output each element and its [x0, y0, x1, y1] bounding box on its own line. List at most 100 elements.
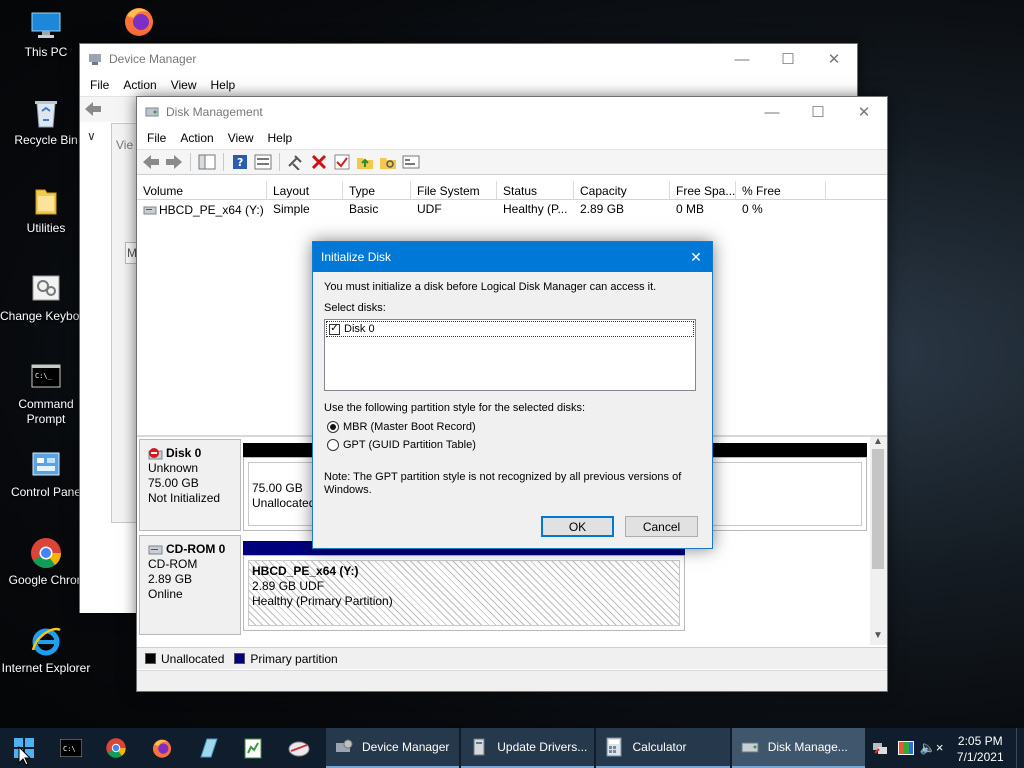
column-header-file-system[interactable]: File System	[411, 181, 497, 199]
disk-0-checkbox[interactable]: ✓	[329, 323, 340, 335]
gpt-option[interactable]: GPT (GUID Partition Table)	[327, 439, 476, 451]
partition-name: HBCD_PE_x64 (Y:)	[252, 564, 359, 578]
menu-view[interactable]: View	[165, 78, 205, 92]
taskbar-command-prompt[interactable]: C:\	[48, 728, 94, 768]
cdrom-0-partition[interactable]: HBCD_PE_x64 (Y:) 2.89 GB UDF Healthy (Pr…	[243, 555, 685, 631]
dialog-titlebar[interactable]: Initialize Disk ✕	[313, 242, 712, 272]
device-manager-icon	[334, 737, 354, 757]
properties-grid-icon[interactable]	[253, 152, 273, 172]
table-row[interactable]: HBCD_PE_x64 (Y:) Simple Basic UDF Health…	[137, 200, 887, 218]
minimize-button[interactable]: —	[749, 97, 795, 127]
maximize-button[interactable]: ☐	[765, 44, 811, 74]
ok-button[interactable]: OK	[541, 516, 614, 537]
device-manager-icon	[88, 52, 102, 66]
cancel-button[interactable]: Cancel	[625, 516, 698, 537]
column-header-volume[interactable]: Volume	[137, 181, 267, 199]
volume-cell: HBCD_PE_x64 (Y:)	[137, 200, 267, 218]
menu-help[interactable]: Help	[262, 131, 301, 145]
menu-action[interactable]: Action	[117, 78, 164, 92]
free-space-cell: 0 MB	[676, 202, 705, 216]
show-hide-console-tree-icon[interactable]	[197, 152, 217, 172]
legend-swatch-primary-partition	[234, 653, 246, 664]
tray-display-icon[interactable]	[893, 728, 919, 768]
column-header-free-space[interactable]: Free Spa...	[670, 181, 736, 199]
scroll-down-icon[interactable]: ▼	[873, 630, 883, 641]
device-tree-panel: ∨ Vie M	[80, 123, 138, 613]
close-button[interactable]: ✕	[811, 44, 857, 74]
column-header-layout[interactable]: Layout	[267, 181, 343, 199]
disk-management-titlebar[interactable]: Disk Management — ☐ ✕	[137, 97, 887, 127]
desktop-icon-internet-explorer[interactable]: Internet Explorer	[0, 624, 92, 676]
properties-icon[interactable]	[401, 152, 421, 172]
disk-error-icon	[148, 447, 164, 461]
mbr-radio[interactable]	[327, 421, 339, 433]
column-header-status[interactable]: Status	[497, 181, 574, 199]
taskbar-tool[interactable]	[276, 728, 322, 768]
device-manager-menubar: File Action View Help	[80, 74, 857, 96]
column-header-type[interactable]: Type	[343, 181, 411, 199]
layout-cell: Simple	[273, 202, 310, 216]
folder-search-icon[interactable]	[378, 152, 398, 172]
close-button[interactable]: ✕	[841, 97, 887, 127]
dialog-close-button[interactable]: ✕	[680, 242, 712, 272]
partition-size-fs: 2.89 GB UDF	[252, 579, 325, 593]
tray-network-icon[interactable]	[867, 728, 893, 768]
taskbar-task-device-manager[interactable]: Device Manager	[326, 728, 460, 768]
back-arrow-icon[interactable]	[141, 152, 161, 172]
taskbar: C:\ Device Manager Update Drivers... Cal…	[0, 728, 1024, 768]
scrollbar-thumb[interactable]	[872, 449, 884, 569]
disk-type: CD-ROM	[148, 557, 198, 571]
mbr-option[interactable]: MBR (Master Boot Record)	[327, 421, 476, 433]
connect-icon[interactable]	[286, 152, 306, 172]
calculator-icon	[604, 737, 624, 757]
device-manager-titlebar[interactable]: Device Manager — ☐ ✕	[80, 44, 857, 74]
partition-style-label: Use the following partition style for th…	[324, 402, 586, 414]
disk-0-info[interactable]: Disk 0 Unknown 75.00 GB Not Initialized	[139, 439, 241, 531]
forward-arrow-icon[interactable]	[164, 152, 184, 172]
view-partial-label: Vie	[116, 138, 134, 152]
gpt-radio[interactable]	[327, 439, 339, 451]
menu-view[interactable]: View	[222, 131, 262, 145]
cdrom-0-info[interactable]: CD-ROM 0 CD-ROM 2.89 GB Online	[139, 535, 241, 635]
spreadsheet-icon	[244, 738, 262, 759]
menu-action[interactable]: Action	[174, 131, 221, 145]
column-header-capacity[interactable]: Capacity	[574, 181, 670, 199]
folder-up-icon[interactable]	[355, 152, 375, 172]
column-header-percent-free[interactable]: % Free	[736, 181, 826, 199]
initialize-disk-dialog: Initialize Disk ✕ You must initialize a …	[312, 241, 713, 549]
tray-volume-muted-icon[interactable]: 🔈×	[919, 728, 945, 768]
tray-clock[interactable]: 2:05 PM 7/1/2021	[944, 731, 1016, 765]
window-title: Device Manager	[109, 52, 197, 66]
taskbar-firefox[interactable]	[139, 728, 185, 768]
minimize-button[interactable]: —	[719, 44, 765, 74]
disk-name: CD-ROM 0	[166, 542, 226, 556]
taskbar-task-disk-management[interactable]: Disk Manage...	[731, 728, 865, 768]
svg-text:C:\_: C:\_	[35, 372, 53, 380]
help-icon[interactable]: ?	[230, 152, 250, 172]
taskbar-notepad[interactable]	[185, 728, 231, 768]
taskbar-chrome[interactable]	[93, 728, 139, 768]
disk-select-list[interactable]: ✓ Disk 0	[324, 319, 696, 391]
menu-help[interactable]: Help	[205, 78, 244, 92]
list-item[interactable]: ✓ Disk 0	[326, 321, 694, 337]
disk-0-label: Disk 0	[344, 323, 375, 335]
scroll-up-icon[interactable]: ▲	[873, 436, 883, 447]
delete-icon[interactable]	[309, 152, 329, 172]
disk-map-scrollbar[interactable]: ▲ ▼	[870, 436, 887, 645]
menu-file[interactable]: File	[84, 78, 117, 92]
menu-file[interactable]: File	[141, 131, 174, 145]
check-icon[interactable]	[332, 152, 352, 172]
tree-collapse-icon[interactable]: ∨	[87, 129, 96, 143]
toolbar-divider	[223, 153, 224, 171]
desktop-icon-firefox[interactable]	[93, 4, 185, 41]
command-prompt-icon: C:\_	[29, 360, 63, 394]
back-arrow-icon[interactable]	[84, 101, 102, 120]
taskbar-spreadsheet[interactable]	[231, 728, 277, 768]
notepad-icon	[200, 738, 218, 758]
disk-management-icon	[145, 105, 159, 119]
taskbar-task-update-drivers[interactable]: Update Drivers...	[461, 728, 595, 768]
internet-explorer-icon	[29, 624, 63, 658]
maximize-button[interactable]: ☐	[795, 97, 841, 127]
show-desktop-button[interactable]	[1016, 728, 1024, 768]
taskbar-task-calculator[interactable]: Calculator	[596, 728, 730, 768]
